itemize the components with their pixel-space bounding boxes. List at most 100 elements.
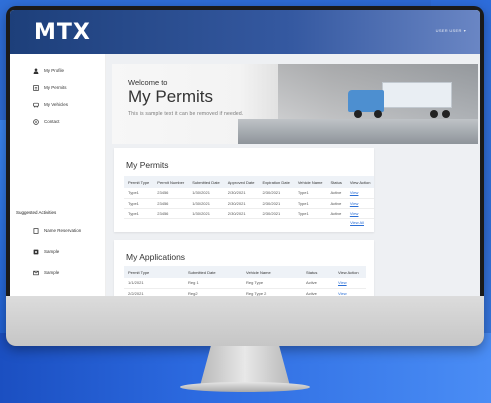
suggested-item-sample-2[interactable]: Sample	[10, 262, 106, 283]
sidebar-item-contact[interactable]: Contact	[10, 113, 105, 130]
hero-background-road	[238, 119, 478, 144]
table-cell: 2/30/2021	[258, 188, 294, 199]
main-content: Welcome to My Permits This is sample tex…	[106, 54, 480, 296]
column-header: Status	[326, 176, 346, 188]
suggested-activities-heading: Suggested Activities	[16, 210, 57, 215]
table-header-row: Permit Type Permit Number Submitted Date…	[124, 176, 375, 188]
sidebar-item-label: My Permits	[44, 85, 67, 90]
table-cell: Active	[326, 208, 346, 219]
sidebar-item-label: Contact	[44, 119, 60, 124]
sidebar-item-label: My Profile	[44, 68, 65, 73]
view-all-link[interactable]: View All	[350, 220, 364, 225]
table-row: 1/1/2021 Reg 1 Reg Type Active View	[124, 278, 366, 289]
my-applications-card: My Applications Permit Type Submitted Da…	[114, 240, 374, 296]
table-cell: 1/30/2021	[188, 188, 224, 199]
column-header: Permit Number	[153, 176, 189, 188]
permit-icon	[32, 84, 39, 91]
truck-wheel	[442, 110, 450, 118]
monitor-stand	[200, 346, 290, 386]
truck-wheel	[430, 110, 438, 118]
view-link[interactable]: View	[338, 280, 347, 285]
column-header: Expiration Date	[258, 176, 294, 188]
sidebar-item-my-permits[interactable]: My Permits	[10, 79, 105, 96]
user-icon	[32, 67, 39, 74]
app-screen: MTX USER USER ▾ My Profile My Permits My…	[10, 10, 480, 296]
table-row: Type1 23456 1/30/2021 2/30/2021 2/30/202…	[124, 208, 375, 219]
table-cell: Reg 1	[184, 278, 242, 289]
table-cell: Type1	[293, 198, 327, 209]
column-header: Permit Type	[124, 266, 184, 278]
table-cell: Reg2	[184, 288, 242, 296]
monitor-stand-base	[180, 382, 310, 392]
table-cell: 1/1/2021	[124, 278, 184, 289]
column-header: Status	[302, 266, 334, 278]
truck-cab-image	[348, 90, 384, 112]
table-cell: Type1	[124, 208, 154, 219]
hero-description: This is sample text it can be removed if…	[128, 111, 244, 117]
user-menu[interactable]: USER USER ▾	[436, 28, 466, 33]
column-header: Vehicle Name	[242, 266, 302, 278]
suggested-item-sample-1[interactable]: Sample	[10, 241, 106, 262]
top-bar: MTX USER USER ▾	[10, 10, 480, 54]
column-header: Permit Type	[124, 176, 154, 188]
table-cell: Reg Type	[242, 278, 302, 289]
table-cell: 2/30/2021	[223, 208, 259, 219]
table-row: 2/2/2021 Reg2 Reg Type 2 Active View	[124, 288, 366, 296]
table-header-row: Permit Type Submitted Date Vehicle Name …	[124, 266, 366, 278]
table-cell: Active	[302, 278, 334, 289]
document-icon	[32, 227, 39, 234]
table-cell: 2/30/2021	[223, 188, 259, 199]
view-link[interactable]: View	[338, 291, 347, 296]
my-applications-title: My Applications	[126, 252, 186, 262]
app-logo[interactable]: MTX	[34, 20, 91, 45]
suggested-item-label: Sample	[44, 270, 60, 275]
column-header: Submitted Date	[184, 266, 242, 278]
table-cell: 2/2/2021	[124, 288, 184, 296]
view-link[interactable]: View	[350, 211, 359, 216]
vehicle-icon	[32, 101, 39, 108]
sidebar-item-label: My Vehicles	[44, 102, 69, 107]
applications-table: Permit Type Submitted Date Vehicle Name …	[124, 266, 366, 296]
user-name: USER USER	[435, 28, 462, 33]
table-cell: Active	[326, 188, 346, 199]
table-cell: 1/30/2021	[188, 208, 224, 219]
column-header: Submitted Date	[188, 176, 224, 188]
sidebar-item-my-vehicles[interactable]: My Vehicles	[10, 96, 105, 113]
column-header: Approved Date	[223, 176, 259, 188]
column-header: Vehicle Name	[293, 176, 327, 188]
permits-table: Permit Type Permit Number Submitted Date…	[124, 176, 375, 219]
table-cell: 23456	[153, 208, 189, 219]
table-cell: Reg Type 2	[242, 288, 302, 296]
table-row: Type1 23456 1/30/2021 2/30/2021 2/30/202…	[124, 198, 375, 209]
table-cell: 23456	[153, 198, 189, 209]
table-cell: 1/30/2021	[188, 198, 224, 209]
table-cell: 23456	[153, 188, 189, 199]
mail-icon	[32, 269, 39, 276]
suggested-item-label: Name Reservation	[44, 228, 82, 233]
monitor-frame: MTX USER USER ▾ My Profile My Permits My…	[6, 6, 484, 346]
hero-welcome-text: Welcome to	[128, 78, 168, 87]
table-cell: 2/30/2021	[258, 198, 294, 209]
column-header: View Action	[345, 176, 375, 188]
table-cell: Active	[302, 288, 334, 296]
column-header: View Action	[334, 266, 366, 278]
table-cell: Type1	[293, 208, 327, 219]
table-cell: Type1	[293, 188, 327, 199]
table-cell: Type1	[124, 198, 154, 209]
my-permits-title: My Permits	[126, 160, 169, 170]
suggested-item-label: Sample	[44, 249, 60, 254]
table-cell: Type1	[124, 188, 154, 199]
view-link[interactable]: View	[350, 190, 359, 195]
monitor-chin	[6, 296, 484, 346]
truck-wheel	[354, 110, 362, 118]
view-link[interactable]: View	[350, 201, 359, 206]
table-cell: Active	[326, 198, 346, 209]
truck-wheel	[374, 110, 382, 118]
table-cell: 2/30/2021	[223, 198, 259, 209]
page-title: My Permits	[128, 87, 213, 106]
sidebar-item-my-profile[interactable]: My Profile	[10, 62, 105, 79]
contact-icon	[32, 118, 39, 125]
suggested-item-name-reservation[interactable]: Name Reservation	[10, 220, 106, 241]
my-permits-card: My Permits Permit Type Permit Number Sub…	[114, 148, 375, 232]
sidebar: My Profile My Permits My Vehicles Contac…	[10, 54, 106, 296]
